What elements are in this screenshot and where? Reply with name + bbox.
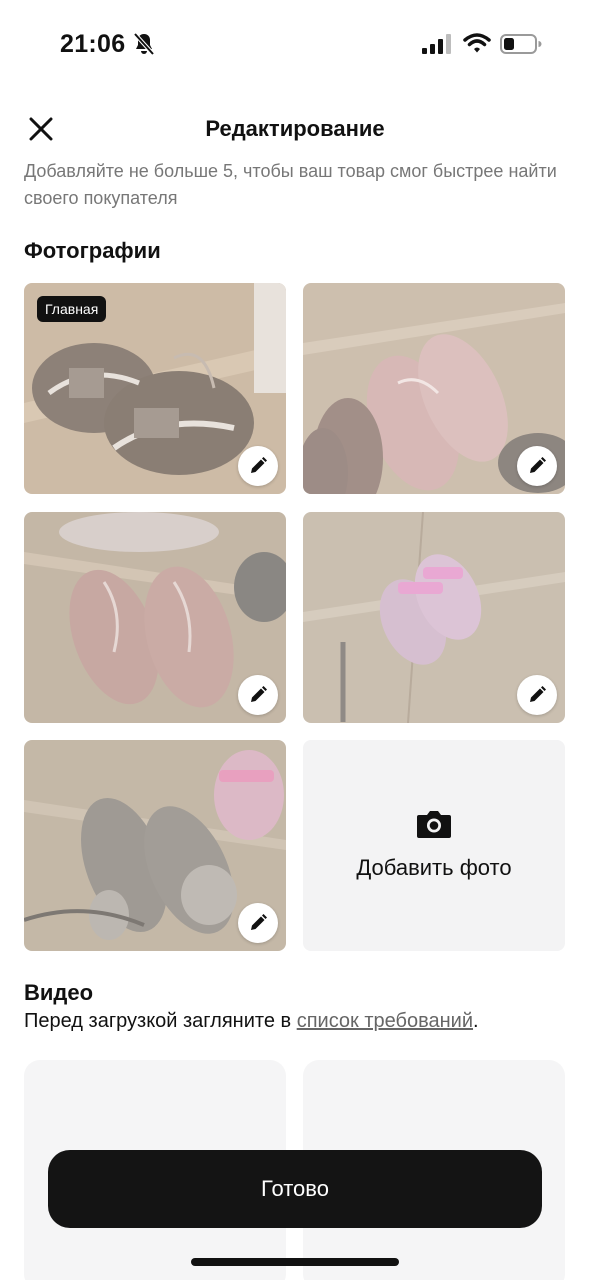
video-desc-prefix: Перед загрузкой загляните в <box>24 1010 297 1032</box>
done-button[interactable]: Готово <box>48 1150 542 1228</box>
photo-tile-1[interactable]: Главная <box>24 283 286 494</box>
photo-tile-2[interactable] <box>303 283 565 494</box>
status-time: 21:06 <box>60 30 126 58</box>
main-photo-badge: Главная <box>37 296 107 322</box>
photo-tile-5[interactable] <box>24 740 286 951</box>
home-indicator <box>191 1258 399 1266</box>
edit-photo-button-5[interactable] <box>238 903 278 943</box>
cellular-signal-icon <box>422 34 451 54</box>
camera-icon <box>417 811 451 838</box>
video-requirements-text: Перед загрузкой загляните в список требо… <box>24 1010 479 1033</box>
add-photo-button[interactable]: Добавить фото <box>303 740 565 951</box>
pencil-icon <box>251 457 267 473</box>
add-photo-label: Добавить фото <box>356 855 512 880</box>
edit-photo-button-2[interactable] <box>517 446 557 486</box>
pencil-icon <box>530 686 546 702</box>
pencil-icon <box>251 914 267 930</box>
photo-tile-3[interactable] <box>24 512 286 723</box>
requirements-link[interactable]: список требований <box>297 1010 473 1032</box>
pencil-icon <box>530 457 546 473</box>
video-section-title: Видео <box>24 980 94 1005</box>
photo-hint-text: Добавляйте не больше 5, чтобы ваш товар … <box>24 161 557 208</box>
wifi-icon <box>463 33 491 53</box>
edit-photo-button-4[interactable] <box>517 675 557 715</box>
edit-photo-button-3[interactable] <box>238 675 278 715</box>
photo-tile-4[interactable] <box>303 512 565 723</box>
photos-section-title: Фотографии <box>24 238 161 263</box>
bell-muted-icon <box>133 32 155 56</box>
edit-photo-button-1[interactable] <box>238 446 278 486</box>
status-bar: 21:06 <box>0 0 590 90</box>
page-title: Редактирование <box>205 116 385 141</box>
pencil-icon <box>251 686 267 702</box>
nav-bar: Редактирование <box>0 96 590 160</box>
video-desc-suffix: . <box>473 1010 479 1032</box>
battery-icon <box>500 34 542 54</box>
